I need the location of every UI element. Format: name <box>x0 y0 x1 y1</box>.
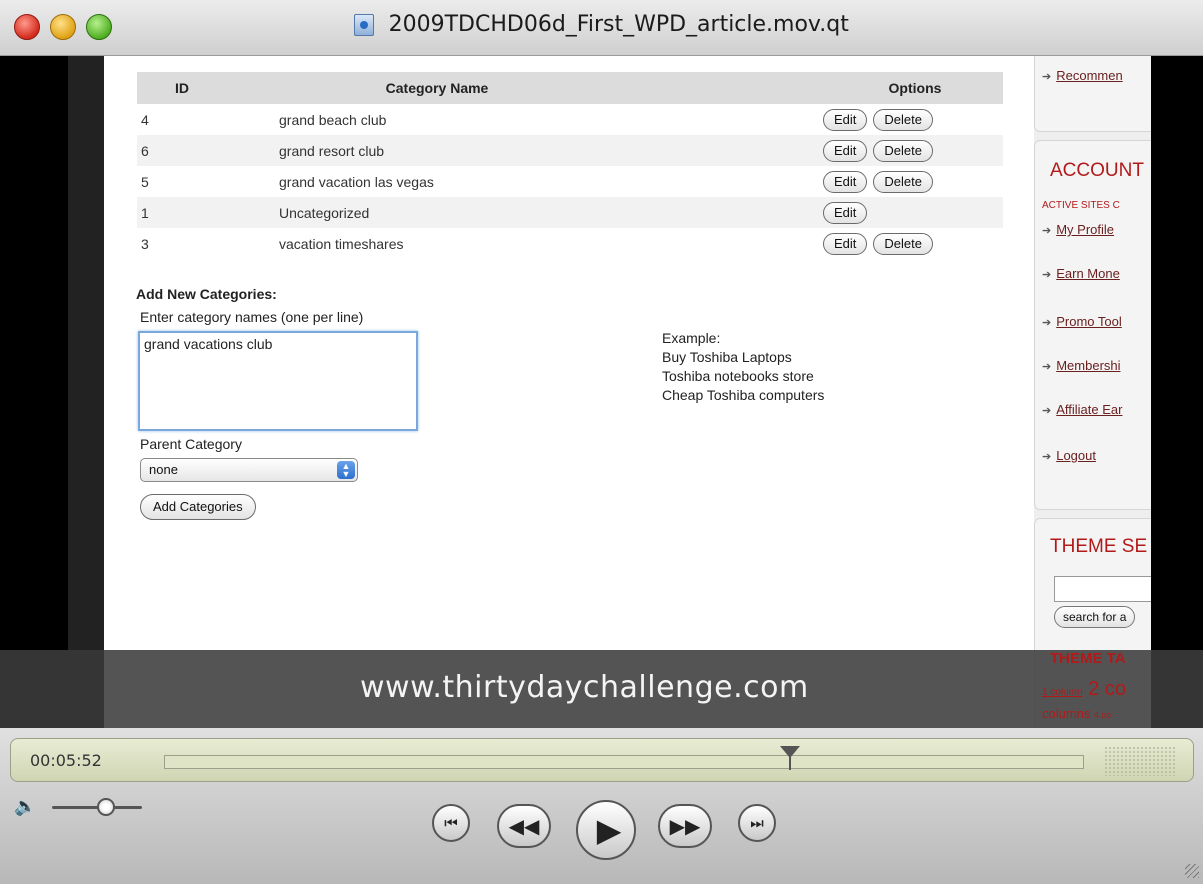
parent-category-label: Parent Category <box>140 436 242 452</box>
arrow-right-icon: ➔ <box>1042 71 1052 83</box>
video-right-margin <box>1151 56 1203 728</box>
sidebar-link-label: Logout <box>1056 448 1096 463</box>
delete-button[interactable]: Delete <box>873 170 933 193</box>
row-name: grand vacation las vegas <box>227 166 647 197</box>
sidebar-link-label: Membershi <box>1056 358 1121 373</box>
go-to-start-button[interactable]: ⏮ <box>432 804 470 842</box>
fast-forward-button[interactable]: ▶▶ <box>658 804 712 848</box>
example-text: Example: Buy Toshiba Laptops Toshiba not… <box>662 329 824 405</box>
sidebar-link-label: Affiliate Ear <box>1056 402 1123 417</box>
sidebar-link-earn-money[interactable]: ➔ Earn Mone <box>1042 266 1120 281</box>
account-heading: ACCOUNT <box>1050 160 1144 181</box>
webpage-content: ID Category Name Options 4 grand beach c… <box>104 56 1034 728</box>
table-row: 6 grand resort club Edit Delete <box>137 135 1003 166</box>
sidebar-link-affiliate-earnings[interactable]: ➔ Affiliate Ear <box>1042 402 1122 417</box>
theme-search-button[interactable]: search for a <box>1054 606 1136 628</box>
edit-button[interactable]: Edit <box>823 201 868 224</box>
select-arrows-icon: ▲ ▼ <box>337 461 355 479</box>
window-title-group: 2009TDCHD06d_First_WPD_article.mov.qt <box>0 12 1203 37</box>
example-line: Toshiba notebooks store <box>662 368 814 384</box>
delete-button[interactable]: Delete <box>873 232 933 255</box>
header-id: ID <box>137 72 227 104</box>
header-category-name: Category Name <box>227 72 647 104</box>
sidebar-link-label: Promo Tool <box>1056 314 1122 329</box>
play-icon: ▶ <box>596 812 622 848</box>
skip-end-icon: ⏭ <box>750 814 764 832</box>
parent-category-select[interactable]: none ▲ ▼ <box>140 458 358 482</box>
arrow-right-icon: ➔ <box>1042 361 1052 373</box>
arrow-right-icon: ➔ <box>1042 269 1052 281</box>
playhead-stem <box>788 756 791 770</box>
rewind-button[interactable]: ◀◀ <box>497 804 551 848</box>
category-names-label: Enter category names (one per line) <box>140 309 364 325</box>
sidebar-link-recommend[interactable]: ➔ Recommen <box>1042 68 1123 83</box>
window-title: 2009TDCHD06d_First_WPD_article.mov.qt <box>388 12 849 37</box>
go-to-end-button[interactable]: ⏭ <box>738 804 776 842</box>
sidebar: ➔ Recommen ACCOUNT ACTIVE SITES C ➔ My Pro… <box>1034 56 1151 728</box>
row-name: grand resort club <box>227 135 647 166</box>
categories-table: ID Category Name Options 4 grand beach c… <box>137 72 1003 259</box>
table-row: 1 Uncategorized Edit <box>137 197 1003 228</box>
example-line: Example: <box>662 330 721 346</box>
add-categories-heading: Add New Categories: <box>136 286 277 302</box>
active-sites-label: ACTIVE SITES C <box>1042 200 1120 211</box>
edit-button[interactable]: Edit <box>823 108 868 131</box>
header-options: Options <box>647 72 1003 104</box>
player-controller: 00:05:52 🔈 ⏮ ◀◀ ▶ ▶▶ ⏭ <box>0 728 1203 884</box>
edit-button[interactable]: Edit <box>823 139 868 162</box>
delete-button[interactable]: Delete <box>873 108 933 131</box>
add-categories-button[interactable]: Add Categories <box>140 494 256 520</box>
theme-search-input[interactable] <box>1054 576 1151 602</box>
resize-grip-icon[interactable] <box>1185 864 1199 878</box>
video-frame: ID Category Name Options 4 grand beach c… <box>0 56 1203 728</box>
category-names-textarea[interactable]: grand vacations club <box>138 331 418 431</box>
video-left-margin <box>68 56 104 650</box>
timecode: 00:05:52 <box>30 751 102 770</box>
row-id: 6 <box>137 135 227 166</box>
row-name: Uncategorized <box>227 197 647 228</box>
sidebar-link-my-profile[interactable]: ➔ My Profile <box>1042 222 1114 237</box>
row-id: 4 <box>137 104 227 135</box>
scrubber-track[interactable] <box>164 755 1084 769</box>
arrow-right-icon: ➔ <box>1042 317 1052 329</box>
theme-search-heading: THEME SE <box>1050 536 1148 557</box>
table-row: 4 grand beach club Edit Delete <box>137 104 1003 135</box>
delete-button[interactable]: Delete <box>873 139 933 162</box>
sidebar-link-label: My Profile <box>1056 222 1115 237</box>
title-bar: 2009TDCHD06d_First_WPD_article.mov.qt <box>0 0 1203 56</box>
parent-category-value: none <box>149 462 178 477</box>
sidebar-link-label: Recommen <box>1056 68 1123 83</box>
rewind-icon: ◀◀ <box>508 815 540 838</box>
fast-forward-icon: ▶▶ <box>669 815 701 838</box>
row-name: vacation timeshares <box>227 228 647 259</box>
arrow-right-icon: ➔ <box>1042 225 1052 237</box>
row-name: grand beach club <box>227 104 647 135</box>
sidebar-link-label: Earn Mone <box>1056 266 1120 281</box>
volume-knob[interactable] <box>97 798 115 816</box>
table-row: 3 vacation timeshares Edit Delete <box>137 228 1003 259</box>
sidebar-link-membership[interactable]: ➔ Membershi <box>1042 358 1121 373</box>
table-row: 5 grand vacation las vegas Edit Delete <box>137 166 1003 197</box>
row-id: 5 <box>137 166 227 197</box>
edit-button[interactable]: Edit <box>823 170 868 193</box>
speaker-icon[interactable]: 🔈 <box>14 796 36 817</box>
watermark-url: www.thirtydaychallenge.com <box>360 670 809 705</box>
row-id: 1 <box>137 197 227 228</box>
edit-button[interactable]: Edit <box>823 232 868 255</box>
movie-file-icon <box>354 13 375 36</box>
arrow-right-icon: ➔ <box>1042 405 1052 417</box>
skip-start-icon: ⏮ <box>444 814 458 832</box>
arrow-right-icon: ➔ <box>1042 451 1052 463</box>
example-line: Cheap Toshiba computers <box>662 387 825 403</box>
sidebar-link-logout[interactable]: ➔ Logout <box>1042 448 1096 463</box>
play-button[interactable]: ▶ <box>576 800 636 860</box>
example-line: Buy Toshiba Laptops <box>662 349 792 365</box>
lcd-grill <box>1104 746 1176 776</box>
row-id: 3 <box>137 228 227 259</box>
sidebar-link-promo-tools[interactable]: ➔ Promo Tool <box>1042 314 1122 329</box>
